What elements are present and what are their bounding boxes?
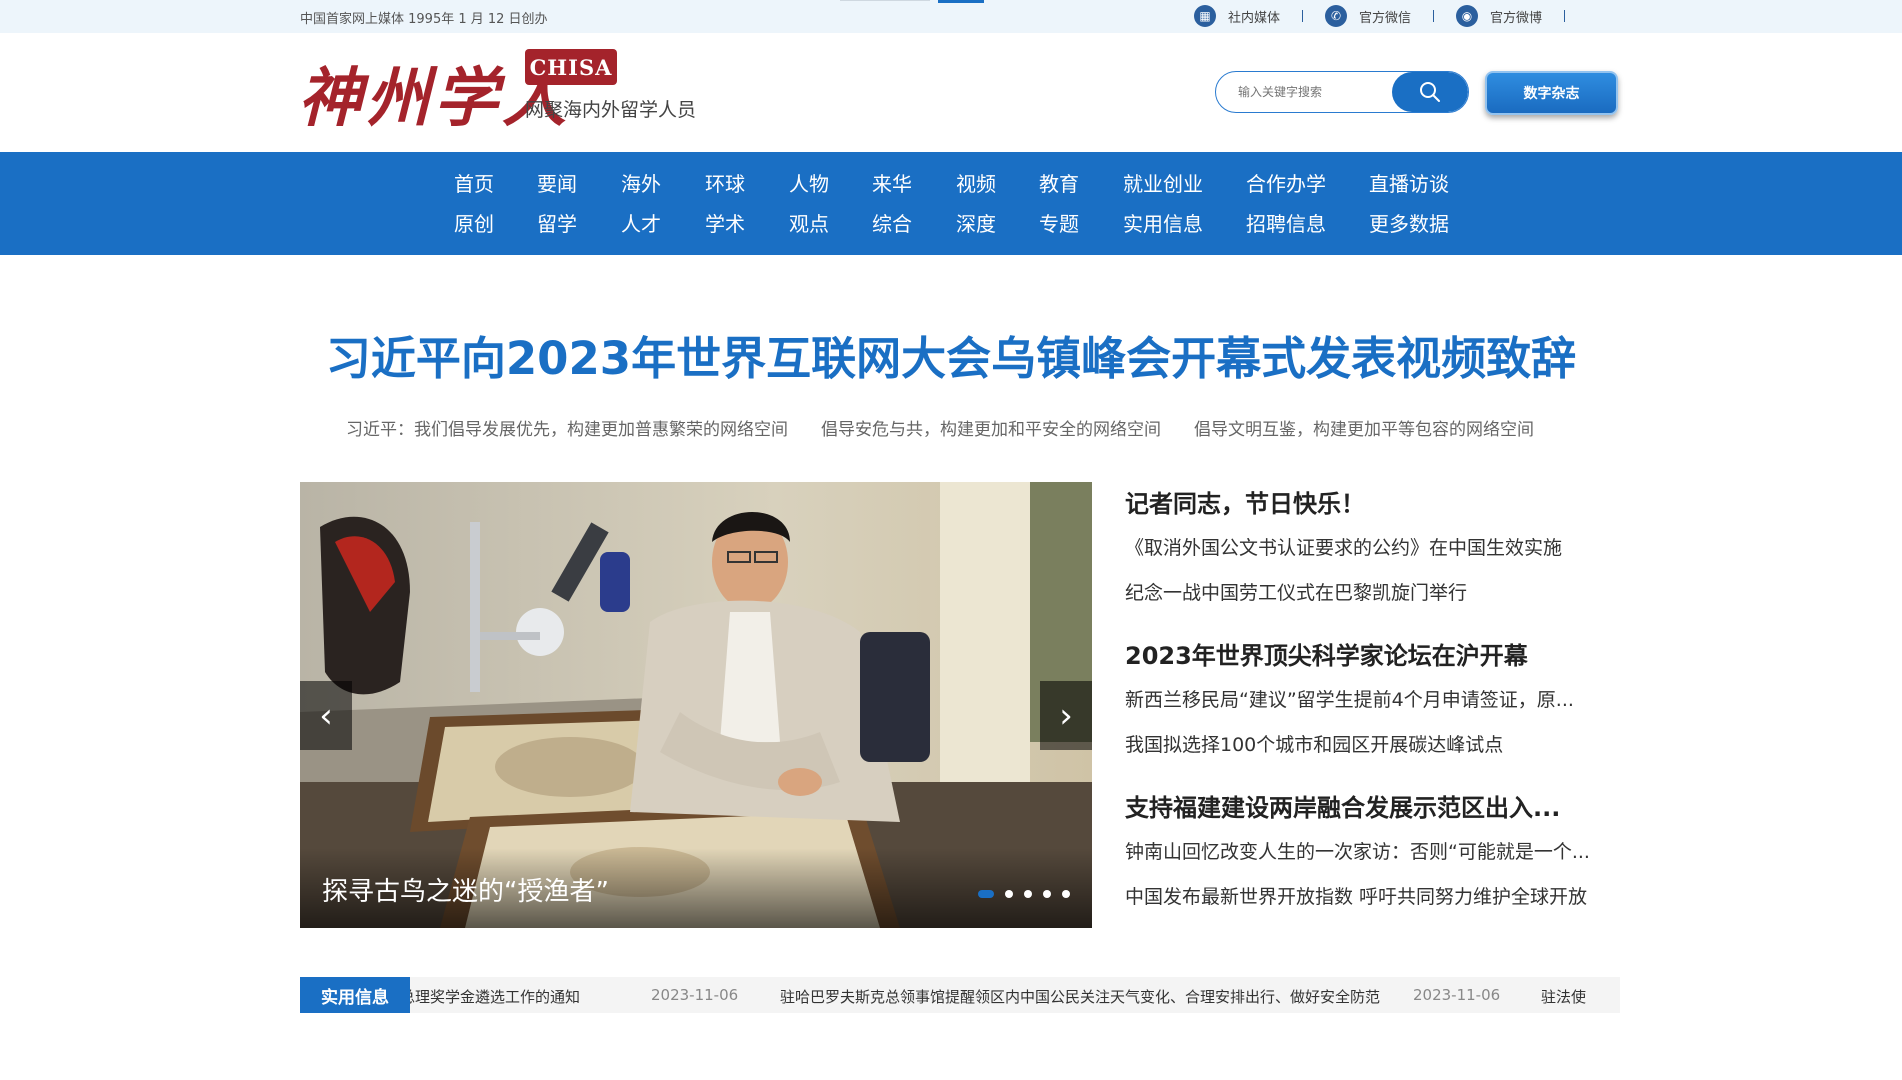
main-nav: 首页 要闻 海外 环球 人物 来华 视频 教育 就业创业 合作办学 直播访谈 原…	[0, 152, 1902, 255]
nav-item-original[interactable]: 原创	[454, 208, 494, 237]
news-title[interactable]: 2023年世界顶尖科学家论坛在沪开幕	[1125, 636, 1620, 671]
social-links: ▦ 社内媒体 ✆ 官方微信 ◉ 官方微博	[1194, 5, 1587, 27]
ticker-date: 2023-11-06	[1413, 986, 1501, 1004]
top-divider	[840, 0, 930, 1]
nav-item-overseas[interactable]: 海外	[621, 168, 661, 197]
carousel-dot[interactable]	[1062, 890, 1070, 898]
ticker-date: 2023-11-06	[651, 986, 739, 1004]
nav-item-academic[interactable]: 学术	[705, 208, 745, 237]
ticker-label: 实用信息	[300, 977, 410, 1013]
subheadline-link[interactable]: 倡导安危与共，构建更加和平安全的网络空间	[821, 415, 1161, 440]
subheadline-link[interactable]: 习近平：我们倡导发展优先，构建更加普惠繁荣的网络空间	[346, 415, 788, 440]
carousel-next-button[interactable]: ›	[1040, 681, 1092, 750]
site-slogan: 网聚海内外留学人员	[525, 99, 697, 121]
weibo-link[interactable]: ◉ 官方微博	[1456, 5, 1587, 27]
search-icon	[1420, 82, 1440, 102]
carousel-dot[interactable]	[1024, 890, 1032, 898]
news-list: 记者同志，节日快乐！ 《取消外国公文书认证要求的公约》在中国生效实施 纪念一战中…	[1125, 482, 1620, 909]
nav-row-1: 首页 要闻 海外 环球 人物 来华 视频 教育 就业创业 合作办学 直播访谈	[0, 168, 1902, 198]
carousel-dot[interactable]	[1043, 890, 1051, 898]
news-item[interactable]: 《取消外国公文书认证要求的公约》在中国生效实施	[1125, 533, 1620, 560]
ticker-item[interactable]: 驻法使	[1541, 986, 1586, 1007]
main-headline[interactable]: 习近平向2023年世界互联网大会乌镇峰会开幕式发表视频致辞	[0, 322, 1902, 387]
nav-item-come-to-china[interactable]: 来华	[872, 168, 912, 197]
nav-item-joint-schools[interactable]: 合作办学	[1246, 168, 1326, 197]
nav-item-education[interactable]: 教育	[1039, 168, 1079, 197]
founded-notice: 中国首家网上媒体 1995年 1 月 12 日创办	[300, 12, 548, 27]
nav-row-2: 原创 留学 人才 学术 观点 综合 深度 专题 实用信息 招聘信息 更多数据	[0, 208, 1902, 238]
carousel-caption[interactable]: 探寻古鸟之迷的“授渔者”	[322, 871, 609, 908]
nav-item-talent[interactable]: 人才	[621, 208, 661, 237]
weibo-icon: ◉	[1456, 5, 1479, 27]
link-separator	[1302, 10, 1304, 22]
news-item[interactable]: 新西兰移民局“建议”留学生提前4个月申请签证，原...	[1125, 685, 1620, 712]
nav-item-general[interactable]: 综合	[872, 208, 912, 237]
ticker-item[interactable]: 总理奖学金遴选工作的通知	[410, 986, 580, 1007]
nav-item-in-depth[interactable]: 深度	[956, 208, 996, 237]
news-item[interactable]: 我国拟选择100个城市和园区开展碳达峰试点	[1125, 730, 1620, 757]
wechat-icon: ✆	[1325, 5, 1348, 27]
search-box	[1215, 71, 1469, 113]
internal-media-label: 社内媒体	[1228, 10, 1281, 26]
headline-subtitles: 习近平：我们倡导发展优先，构建更加普惠繁荣的网络空间 倡导安危与共，构建更加和平…	[346, 415, 1567, 440]
nav-item-topics[interactable]: 专题	[1039, 208, 1079, 237]
news-item[interactable]: 中国发布最新世界开放指数 呼吁共同努力维护全球开放	[1125, 882, 1620, 909]
wechat-link[interactable]: ✆ 官方微信	[1325, 5, 1456, 27]
nav-item-global[interactable]: 环球	[705, 168, 745, 197]
nav-item-video[interactable]: 视频	[956, 168, 996, 197]
subheadline-link[interactable]: 倡导文明互鉴，构建更加平等包容的网络空间	[1194, 415, 1534, 440]
weibo-label: 官方微博	[1490, 10, 1543, 26]
wechat-label: 官方微信	[1359, 10, 1412, 26]
digital-magazine-button[interactable]: 数字杂志	[1485, 71, 1618, 115]
nav-item-employment[interactable]: 就业创业	[1123, 168, 1203, 197]
link-separator	[1564, 10, 1566, 22]
carousel-dot[interactable]	[978, 890, 994, 898]
search-button[interactable]	[1392, 72, 1468, 112]
nav-item-live-interview[interactable]: 直播访谈	[1369, 168, 1449, 197]
search-input[interactable]	[1238, 82, 1378, 102]
news-item[interactable]: 钟南山回忆改变人生的一次家访：否则“可能就是一个...	[1125, 837, 1620, 864]
site-header: 神州学人 CHISA 网聚海内外留学人员 数字杂志	[0, 33, 1902, 152]
nav-item-news[interactable]: 要闻	[537, 168, 577, 197]
carousel-dot[interactable]	[1005, 890, 1013, 898]
top-utility-bar: 中国首家网上媒体 1995年 1 月 12 日创办 ▦ 社内媒体 ✆ 官方微信 …	[0, 0, 1902, 33]
carousel-prev-button[interactable]: ‹	[300, 681, 352, 750]
nav-item-practical-info[interactable]: 实用信息	[1123, 208, 1203, 237]
internal-media-link[interactable]: ▦ 社内媒体	[1194, 5, 1325, 27]
logo-badge: CHISA	[525, 49, 617, 85]
link-separator	[1433, 10, 1435, 22]
nav-item-opinion[interactable]: 观点	[789, 208, 829, 237]
ticker-item[interactable]: 驻哈巴罗夫斯克总领事馆提醒领区内中国公民关注天气变化、合理安排出行、做好安全防范	[780, 986, 1380, 1007]
practical-info-ticker: 实用信息 总理奖学金遴选工作的通知 2023-11-06 驻哈巴罗夫斯克总领事馆…	[300, 977, 1620, 1013]
nav-item-study-abroad[interactable]: 留学	[537, 208, 577, 237]
top-accent-line	[938, 0, 984, 3]
nav-item-people[interactable]: 人物	[789, 168, 829, 197]
nav-item-more-data[interactable]: 更多数据	[1369, 208, 1449, 237]
apps-grid-icon: ▦	[1194, 5, 1216, 27]
nav-item-recruitment[interactable]: 招聘信息	[1246, 208, 1326, 237]
news-title[interactable]: 记者同志，节日快乐！	[1125, 484, 1620, 519]
news-item[interactable]: 纪念一战中国劳工仪式在巴黎凯旋门举行	[1125, 578, 1620, 605]
nav-item-home[interactable]: 首页	[454, 168, 494, 197]
news-title[interactable]: 支持福建建设两岸融合发展示范区出入...	[1125, 788, 1620, 823]
ticker-track: 总理奖学金遴选工作的通知 2023-11-06 驻哈巴罗夫斯克总领事馆提醒领区内…	[410, 977, 1620, 1013]
carousel-dots	[967, 890, 1070, 898]
photo-carousel: ‹ › 探寻古鸟之迷的“授渔者”	[300, 482, 1092, 928]
